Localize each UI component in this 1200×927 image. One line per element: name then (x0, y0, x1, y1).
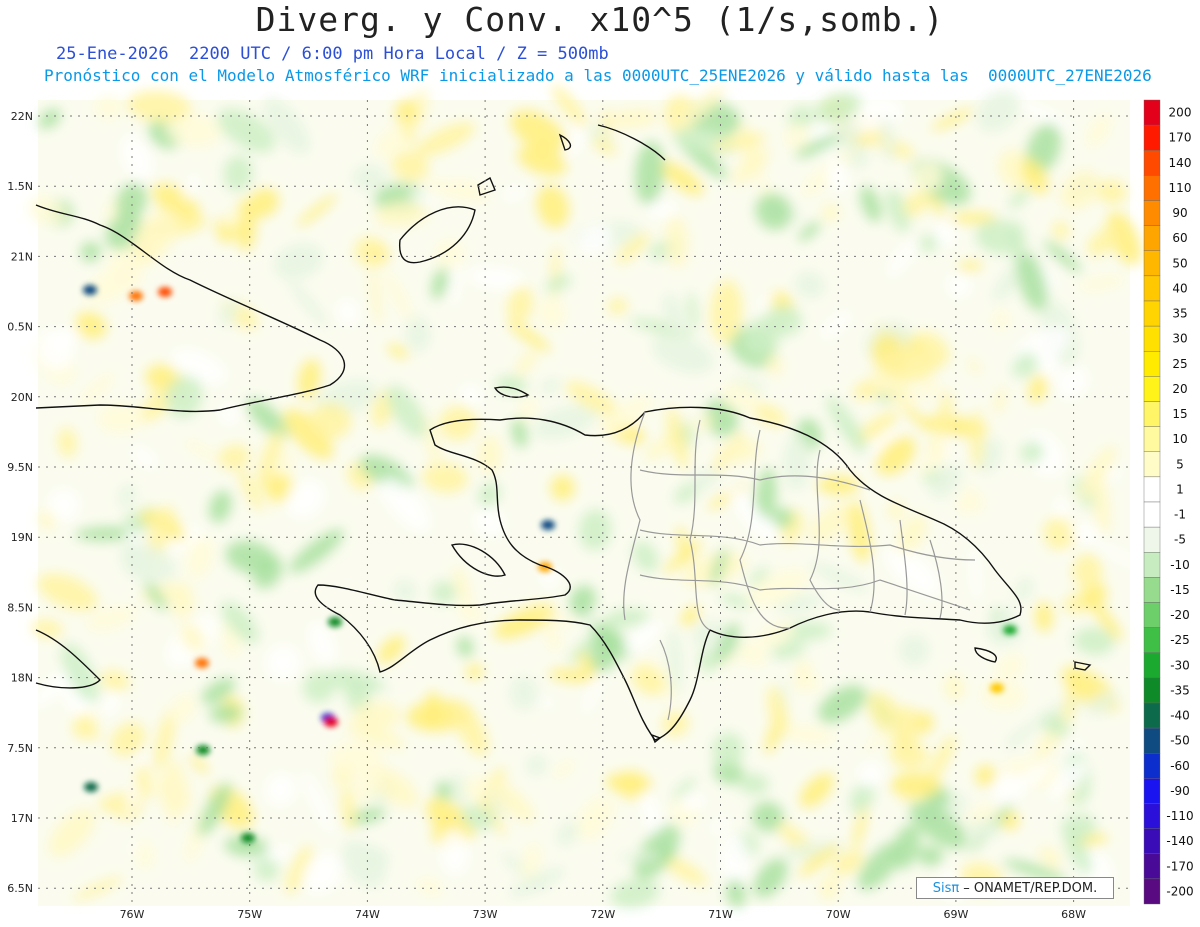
colorbar-label: 140 (1169, 156, 1192, 170)
colorbar-label: -170 (1166, 859, 1193, 873)
colorbar-label: 40 (1172, 281, 1187, 295)
colorbar-swatch (1143, 225, 1161, 251)
colorbar-label: 1 (1176, 482, 1184, 496)
colorbar-swatch (1143, 602, 1161, 628)
lon-label: 70W (826, 908, 851, 921)
colorbar-swatch (1143, 476, 1161, 503)
colorbar-label: 30 (1172, 332, 1187, 346)
lat-label: 17N (11, 812, 33, 825)
colorbar-label: 90 (1172, 206, 1187, 220)
colorbar-swatch (1143, 426, 1161, 452)
lat-label: 19N (11, 531, 33, 544)
map-canvas: 22N 1.5N 21N 0.5N 20N 9.5N 19N 8.5N 18N 7.5N 17N 6.… (7, 84, 1194, 921)
lat-label: 0.5N (7, 321, 33, 334)
lat-label: 8.5N (7, 601, 33, 614)
colorbar-swatch (1143, 627, 1161, 653)
colorbar-swatch (1143, 325, 1161, 352)
colorbar-swatch (1143, 803, 1161, 829)
colorbar-label: -30 (1170, 658, 1190, 672)
colorbar-swatch (1143, 552, 1161, 578)
credit-logo: Sisπ (932, 880, 960, 896)
colorbar-label: 15 (1172, 407, 1187, 421)
colorbar-label: -140 (1166, 834, 1193, 848)
colorbar-swatch (1143, 401, 1161, 427)
colorbar-swatch (1143, 124, 1161, 151)
lat-label: 22N (11, 110, 33, 123)
colorbar-swatch (1143, 351, 1161, 377)
colorbar-swatch (1143, 652, 1161, 679)
lon-label: 68W (1061, 908, 1086, 921)
colorbar-label: 5 (1176, 457, 1184, 471)
colorbar-swatch (1143, 451, 1161, 478)
colorbar-label: 10 (1172, 432, 1187, 446)
colorbar-label: -110 (1166, 809, 1193, 823)
colorbar-label: -50 (1170, 734, 1190, 748)
colorbar-label: 35 (1172, 307, 1187, 321)
colorbar-swatch (1143, 501, 1161, 528)
lon-label: 75W (237, 908, 262, 921)
colorbar-swatch (1143, 727, 1161, 754)
colorbar-swatch (1143, 275, 1161, 302)
colorbar-swatch (1143, 526, 1161, 553)
colorbar-swatch (1143, 753, 1161, 779)
colorbar-swatch (1143, 200, 1161, 226)
colorbar-label: -40 (1170, 709, 1190, 723)
colorbar-label: 20 (1172, 382, 1187, 396)
colorbar-swatch (1143, 250, 1161, 277)
colorbar-swatch (1143, 853, 1161, 880)
colorbar-label: 60 (1172, 231, 1187, 245)
colorbar-swatch (1143, 175, 1161, 201)
lat-label: 18N (11, 672, 33, 685)
colorbar-swatch (1143, 376, 1161, 402)
colorbar-label: -200 (1166, 884, 1193, 898)
credit-box: Sisπ – ONAMET/REP.DOM. (916, 877, 1114, 899)
colorbar-label: 110 (1169, 181, 1192, 195)
lat-axis: 22N 1.5N 21N 0.5N 20N 9.5N 19N 8.5N 18N 7.5N 17N 6.… (7, 110, 33, 895)
colorbar-label: -60 (1170, 759, 1190, 773)
lon-label: 73W (473, 908, 498, 921)
colorbar-label: -35 (1170, 683, 1190, 697)
lat-label: 1.5N (7, 180, 33, 193)
colorbar-label: -5 (1174, 533, 1186, 547)
colorbar-label: -25 (1170, 633, 1190, 647)
colorbar: 200 170 140 110 90 60 50 40 35 30 25 20 15 10 5 1 -1 -5 -1… (1143, 99, 1194, 905)
colorbar-label: -90 (1170, 784, 1190, 798)
colorbar-swatch (1143, 577, 1161, 603)
lon-label: 74W (355, 908, 380, 921)
colorbar-label: -20 (1170, 608, 1190, 622)
lat-label: 9.5N (7, 461, 33, 474)
colorbar-swatch (1143, 300, 1161, 327)
colorbar-label: 25 (1172, 357, 1187, 371)
lon-label: 71W (708, 908, 733, 921)
lon-label: 76W (120, 908, 145, 921)
credit-org: – ONAMET/REP.DOM. (963, 880, 1098, 896)
lat-label: 7.5N (7, 742, 33, 755)
colorbar-label: 200 (1169, 106, 1192, 120)
colorbar-label: -1 (1174, 508, 1186, 522)
lat-label: 6.5N (7, 882, 33, 895)
colorbar-swatch (1143, 702, 1161, 729)
colorbar-swatch (1143, 150, 1161, 176)
colorbar-swatch (1143, 828, 1161, 854)
lon-label: 69W (943, 908, 968, 921)
colorbar-swatch (1143, 99, 1161, 126)
lon-axis: 76W 75W 74W 73W 72W 71W 70W 69W 68W (120, 908, 1087, 921)
colorbar-label: 50 (1172, 256, 1187, 270)
lat-label: 20N (11, 391, 33, 404)
colorbar-label: 170 (1169, 131, 1192, 145)
colorbar-swatch (1143, 778, 1161, 804)
colorbar-label: -15 (1170, 583, 1190, 597)
lon-label: 72W (590, 908, 615, 921)
colorbar-swatch (1143, 677, 1161, 704)
colorbar-label: -10 (1170, 558, 1190, 572)
colorbar-swatch (1143, 878, 1161, 905)
lat-label: 21N (11, 250, 33, 263)
